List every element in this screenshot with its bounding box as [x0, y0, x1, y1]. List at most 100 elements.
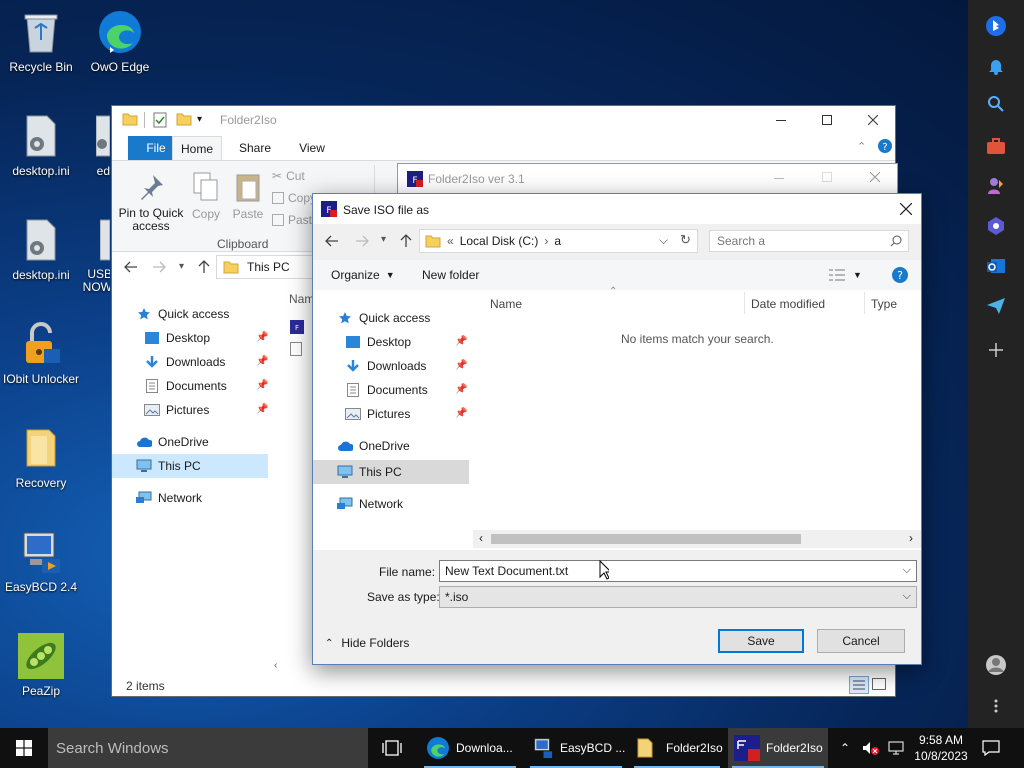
save-as-type-select[interactable]: *.iso ⌵ — [439, 586, 917, 608]
path-overflow[interactable]: « — [447, 234, 454, 248]
path-dropdown-icon[interactable]: ⌵ — [659, 233, 668, 248]
horizontal-scrollbar[interactable]: ‹ — [274, 658, 314, 672]
nav-pictures[interactable]: Pictures — [345, 403, 410, 425]
desktop-icon-iobit-unlocker[interactable]: IObit Unlocker — [0, 320, 82, 386]
bing-icon[interactable] — [982, 12, 1010, 40]
recent-locations-icon[interactable]: ▾ — [179, 261, 184, 272]
file-icon-folder2iso[interactable]: F — [290, 320, 304, 334]
refresh-icon[interactable]: ↻ — [680, 232, 691, 248]
nav-documents[interactable]: Documents — [144, 375, 227, 397]
organize-button[interactable]: Organize ▼ — [331, 268, 395, 282]
nav-pictures[interactable]: Pictures — [144, 399, 209, 421]
details-view-icon[interactable] — [849, 676, 869, 694]
copilot-icon[interactable] — [982, 212, 1010, 240]
tab-home[interactable]: Home — [172, 136, 222, 160]
desktop-icon-easybcd[interactable]: EasyBCD 2.4 — [0, 528, 82, 594]
show-hidden-icons-icon[interactable]: ⌃ — [840, 741, 850, 755]
copy-path-button[interactable]: Copy — [272, 191, 316, 205]
nav-desktop[interactable]: Desktop — [345, 331, 411, 353]
dialog-search-box[interactable]: Search a — [709, 230, 909, 252]
nav-quick-access[interactable]: Quick access — [337, 307, 430, 329]
games-icon[interactable] — [982, 172, 1010, 200]
back-icon[interactable] — [325, 235, 339, 247]
nav-this-pc[interactable]: This PC — [136, 455, 201, 477]
address-bar[interactable]: This PC — [216, 255, 316, 279]
new-folder-button[interactable]: New folder — [422, 268, 479, 282]
notification-center-icon[interactable] — [982, 740, 1000, 756]
nav-onedrive[interactable]: OneDrive — [136, 431, 209, 453]
forward-icon[interactable] — [152, 261, 166, 273]
dialog-address-bar[interactable]: « Local Disk (C:) › a ⌵ ↻ — [419, 229, 698, 253]
cancel-button[interactable]: Cancel — [817, 629, 905, 653]
user-avatar-icon[interactable] — [982, 651, 1010, 679]
taskbar-app-downloads[interactable]: Downloa... — [420, 728, 520, 768]
desktop-icon-recycle-bin[interactable]: Recycle Bin — [0, 8, 82, 74]
nav-this-pc[interactable]: This PC — [337, 461, 402, 483]
taskbar-app-folder2iso[interactable]: Folder2Iso — [728, 728, 828, 768]
column-header-name[interactable]: Name — [490, 297, 522, 311]
column-header-type[interactable]: Type — [871, 297, 897, 311]
paste-shortcut-button[interactable]: Past — [272, 213, 312, 227]
path-segment-folder[interactable]: a — [554, 234, 561, 248]
back-icon[interactable] — [124, 261, 138, 273]
minimize-button[interactable] — [774, 178, 784, 179]
scroll-right-icon[interactable]: › — [909, 531, 913, 545]
scroll-left-icon[interactable]: ‹ — [479, 531, 483, 545]
tab-share[interactable]: Share — [230, 136, 280, 160]
add-icon[interactable] — [982, 336, 1010, 364]
task-view-icon[interactable] — [382, 740, 402, 756]
toolbox-icon[interactable] — [982, 132, 1010, 160]
view-options-icon[interactable]: ▼ — [829, 269, 862, 281]
taskbar-app-easybcd[interactable]: EasyBCD ... — [526, 728, 626, 768]
hide-folders-button[interactable]: ⌃ Hide Folders — [325, 636, 409, 650]
minimize-button[interactable] — [758, 106, 804, 134]
horizontal-scrollbar[interactable]: ‹ › — [473, 530, 921, 548]
desktop-icon-ed[interactable]: ed — [80, 112, 110, 178]
network-tray-icon[interactable] — [887, 740, 905, 756]
help-icon[interactable]: ? — [892, 267, 908, 283]
scrollbar-thumb[interactable] — [491, 534, 801, 544]
send-icon[interactable] — [982, 292, 1010, 320]
clock[interactable]: 9:58 AM 10/8/2023 — [910, 732, 972, 764]
nav-downloads[interactable]: Downloads — [345, 355, 426, 377]
nav-onedrive[interactable]: OneDrive — [337, 435, 410, 457]
quick-access-toolbar-dropdown[interactable]: ▾ — [197, 114, 202, 125]
nav-network[interactable]: Network — [337, 493, 403, 515]
new-folder-icon[interactable] — [176, 112, 192, 126]
file-icon-document[interactable] — [290, 342, 302, 356]
properties-icon[interactable] — [153, 112, 167, 128]
nav-network[interactable]: Network — [136, 487, 202, 509]
ribbon-collapse-icon[interactable]: ⌃ — [857, 140, 866, 153]
nav-desktop[interactable]: Desktop — [144, 327, 210, 349]
chevron-down-icon[interactable]: ⌵ — [903, 564, 911, 577]
pin-to-quick-access-button[interactable]: Pin to Quick access — [116, 171, 186, 233]
taskbar-search-box[interactable]: Search Windows — [48, 728, 368, 768]
desktop-icon-desktop-ini[interactable]: desktop.ini — [0, 112, 82, 178]
more-options-icon[interactable] — [982, 692, 1010, 720]
desktop-icon-recovery[interactable]: Recovery — [0, 424, 82, 490]
copy-button[interactable]: Copy — [188, 171, 224, 221]
dialog-close-button[interactable] — [891, 198, 921, 220]
forward-icon[interactable] — [355, 235, 369, 247]
desktop-icon-peazip[interactable]: PeaZip — [0, 632, 82, 698]
desktop-icon-usb[interactable]: USB NOW — [80, 216, 110, 294]
maximize-button[interactable] — [804, 106, 850, 134]
nav-documents[interactable]: Documents — [345, 379, 428, 401]
save-button[interactable]: Save — [718, 629, 804, 653]
nav-downloads[interactable]: Downloads — [144, 351, 225, 373]
bell-icon[interactable] — [982, 52, 1010, 80]
nav-quick-access[interactable]: Quick access — [136, 303, 229, 325]
paste-button[interactable]: Paste — [230, 171, 266, 221]
column-header-name[interactable]: Nam — [289, 292, 314, 306]
file-name-input[interactable]: New Text Document.txt ⌵ — [439, 560, 917, 582]
large-icons-view-icon[interactable] — [872, 678, 886, 690]
maximize-button[interactable] — [822, 172, 832, 182]
help-icon[interactable]: ? — [878, 139, 892, 153]
tab-view[interactable]: View — [288, 136, 336, 160]
recent-locations-icon[interactable]: ▾ — [381, 234, 386, 245]
cut-button[interactable]: ✂ Cut — [272, 169, 305, 183]
search-icon[interactable] — [982, 90, 1010, 118]
desktop-icon-owo-edge[interactable]: OwO Edge — [79, 8, 161, 74]
up-icon[interactable] — [400, 234, 412, 248]
outlook-icon[interactable] — [982, 252, 1010, 280]
